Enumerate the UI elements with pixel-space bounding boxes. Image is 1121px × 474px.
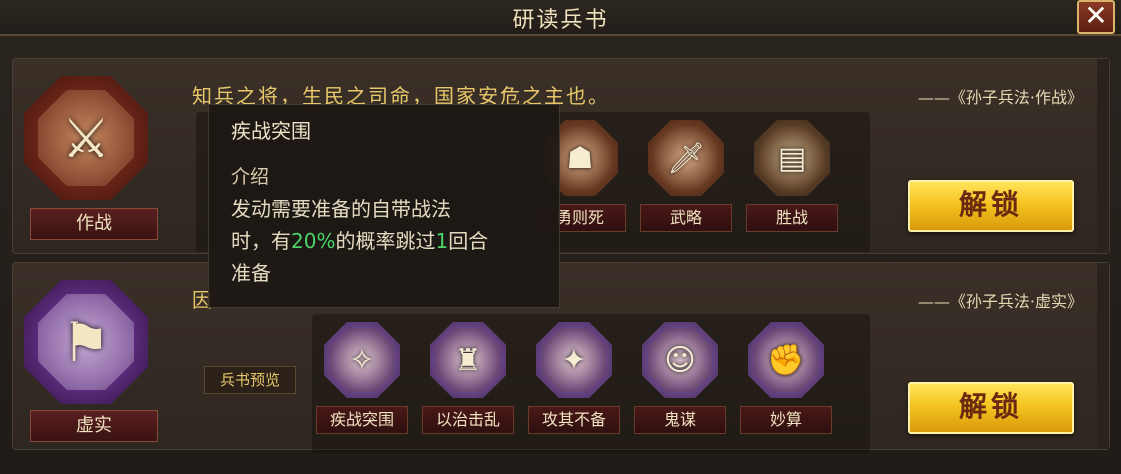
section-source-zuozhan: ——《孙子兵法·作战》 <box>917 88 1083 107</box>
book-label: 胜战 <box>746 204 838 232</box>
tooltip-line: 准备 <box>231 261 271 285</box>
book-icon-frame: ☺ <box>642 322 718 398</box>
tooltip-section-label: 介绍 <box>231 166 270 188</box>
study-books-window: 研读兵书 ✕ ⚔ 作战 知兵之将，生民之司命，国家安危之主也。 ——《孙子兵法·… <box>0 0 1121 474</box>
book-icon-frame: ✧ <box>324 322 400 398</box>
tooltip-line: 时，有20%的概率跳过1回合 <box>231 225 537 257</box>
section-name-zuozhan: 作战 <box>30 208 158 240</box>
tooltip-description: 发动需要准备的自带战法 时，有20%的概率跳过1回合 准备 <box>231 193 537 289</box>
section-source-xushi: ——《孙子兵法·虚实》 <box>917 292 1083 311</box>
scroll-icon: ▤ <box>777 140 807 176</box>
title-bar: 研读兵书 ✕ <box>0 0 1121 36</box>
book-preview-label: 兵书预览 <box>204 366 296 394</box>
window-title: 研读兵书 <box>512 8 609 33</box>
tooltip-rounds-value: 1 <box>435 229 449 253</box>
book-icon-frame: 🗡 <box>648 120 724 196</box>
panel-edge <box>1097 263 1109 449</box>
book-label: 攻其不备 <box>528 406 620 434</box>
book-icon-frame: ✊ <box>748 322 824 398</box>
book-icon-frame: ▤ <box>754 120 830 196</box>
general-icon: ♜ <box>454 342 482 378</box>
book-label: 武略 <box>640 204 732 232</box>
tooltip-chance-value: 20% <box>291 229 336 253</box>
unlock-button-zuozhan[interactable]: 解锁 <box>908 180 1074 232</box>
book-icon-frame: ✦ <box>536 322 612 398</box>
book-label: 疾战突围 <box>316 406 408 434</box>
close-button[interactable]: ✕ <box>1077 0 1115 34</box>
ambush-icon: ✦ <box>561 342 587 378</box>
section-emblem-xushi[interactable]: ⚑ <box>24 280 148 404</box>
sword-icon: 🗡 <box>666 140 706 176</box>
tooltip-line: 发动需要准备的自带战法 <box>231 197 451 221</box>
unlock-button-xushi[interactable]: 解锁 <box>908 382 1074 434</box>
book-label: 妙算 <box>740 406 832 434</box>
tooltip-text: 的概率跳过 <box>335 229 436 253</box>
tooltip-text: 时，有 <box>231 229 291 253</box>
panel-edge <box>1097 59 1109 253</box>
skill-tooltip: 疾战突围 介绍 发动需要准备的自带战法 时，有20%的概率跳过1回合 准备 <box>208 104 560 308</box>
tooltip-text: 回合 <box>448 229 489 253</box>
strategist-icon: ☺ <box>664 342 696 378</box>
book-label: 鬼谋 <box>634 406 726 434</box>
tooltip-title: 疾战突围 <box>231 119 311 143</box>
fist-icon: ✊ <box>767 342 805 378</box>
section-name-xushi: 虚实 <box>30 410 158 442</box>
book-icon-frame: ♜ <box>430 322 506 398</box>
section-emblem-zuozhan[interactable]: ⚔ <box>24 76 148 200</box>
crossed-swords-icon: ⚔ <box>61 106 111 170</box>
flag-icon: ⚑ <box>61 310 111 374</box>
book-label: 以治击乱 <box>422 406 514 434</box>
charge-icon: ✧ <box>349 342 375 378</box>
book-row-xushi: ✧ 疾战突围 ♜ 以治击乱 ✦ 攻其不备 ☺ 鬼谋 ✊ 妙算 <box>312 314 870 454</box>
